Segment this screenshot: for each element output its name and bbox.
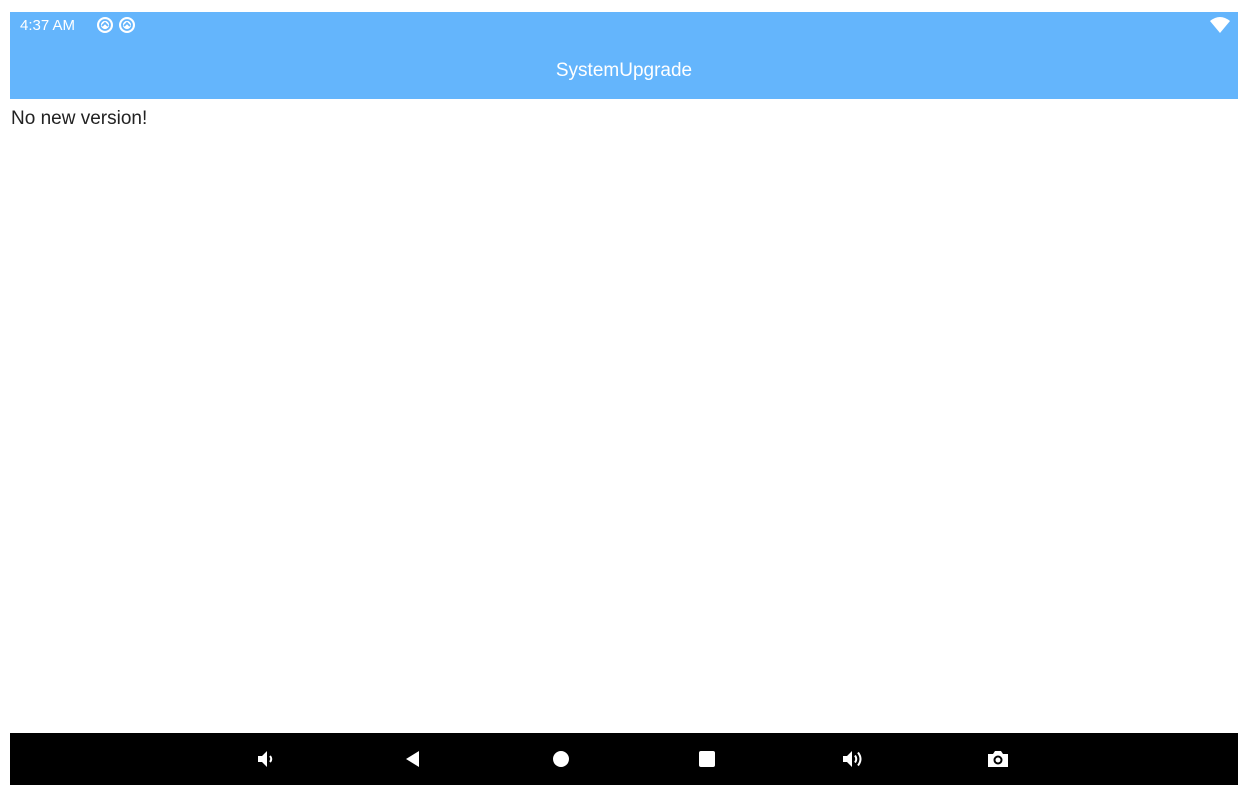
screenshot-icon[interactable] [986, 747, 1010, 771]
page-title: SystemUpgrade [555, 60, 693, 81]
notification-icon [118, 16, 136, 34]
navigation-bar [10, 733, 1238, 785]
notification-icon [96, 16, 114, 34]
wifi-icon [1210, 17, 1230, 33]
recents-icon[interactable] [695, 747, 719, 771]
volume-up-icon[interactable] [841, 747, 865, 771]
status-bar: 4:37 AM [10, 12, 1238, 40]
app-bar: SystemUpgrade [10, 40, 1238, 99]
status-message: No new version! [11, 108, 148, 129]
volume-down-icon[interactable] [255, 747, 279, 771]
screen: 4:37 AM SystemUpgrade No new version! [0, 0, 1238, 785]
home-icon[interactable] [549, 747, 573, 771]
back-icon[interactable] [401, 747, 425, 771]
status-time: 4:37 AM [20, 17, 76, 34]
